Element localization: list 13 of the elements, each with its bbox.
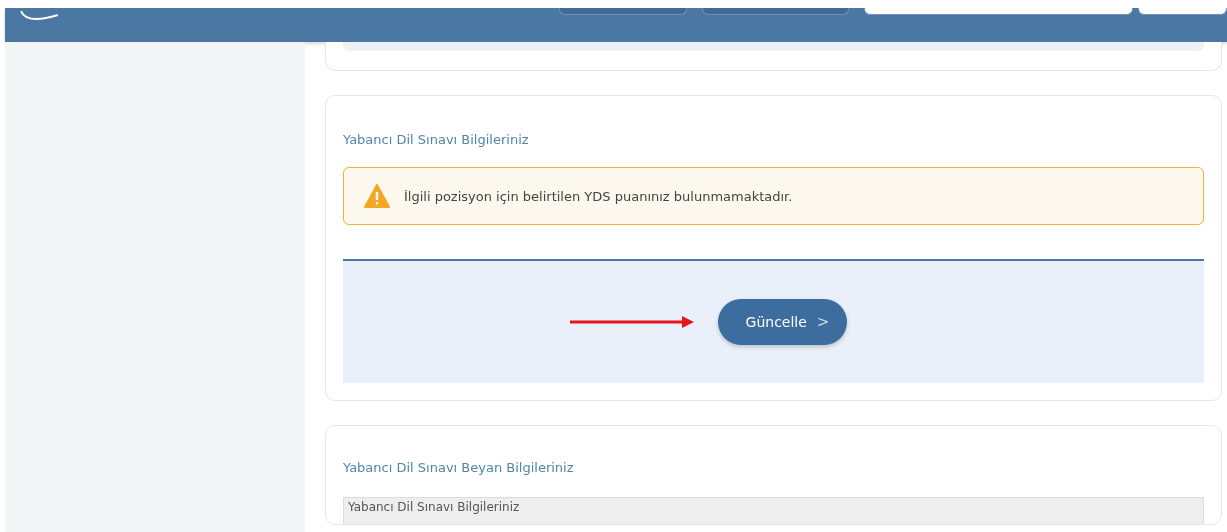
alert-message: İlgili pozisyon için belirtilen YDS puanınız bulunmamaktadır. — [404, 188, 793, 204]
section-title: Yabancı Dil Sınavı Bilgileriniz — [343, 131, 530, 149]
header-field[interactable] — [864, 8, 1133, 15]
arrow-icon — [569, 316, 694, 328]
section-title: Yabancı Dil Sınavı Beyan Bilgileriniz — [343, 459, 575, 477]
warning-icon — [364, 184, 390, 208]
logo-icon — [20, 10, 59, 22]
header-tab[interactable] — [558, 8, 687, 15]
header-tab[interactable] — [701, 8, 850, 15]
table-header: Yabancı Dil Sınavı Bilgileriniz — [343, 497, 1204, 524]
update-button[interactable]: Güncelle > — [717, 299, 848, 345]
header-button[interactable] — [1137, 8, 1227, 15]
caret-icon: > — [816, 313, 830, 331]
